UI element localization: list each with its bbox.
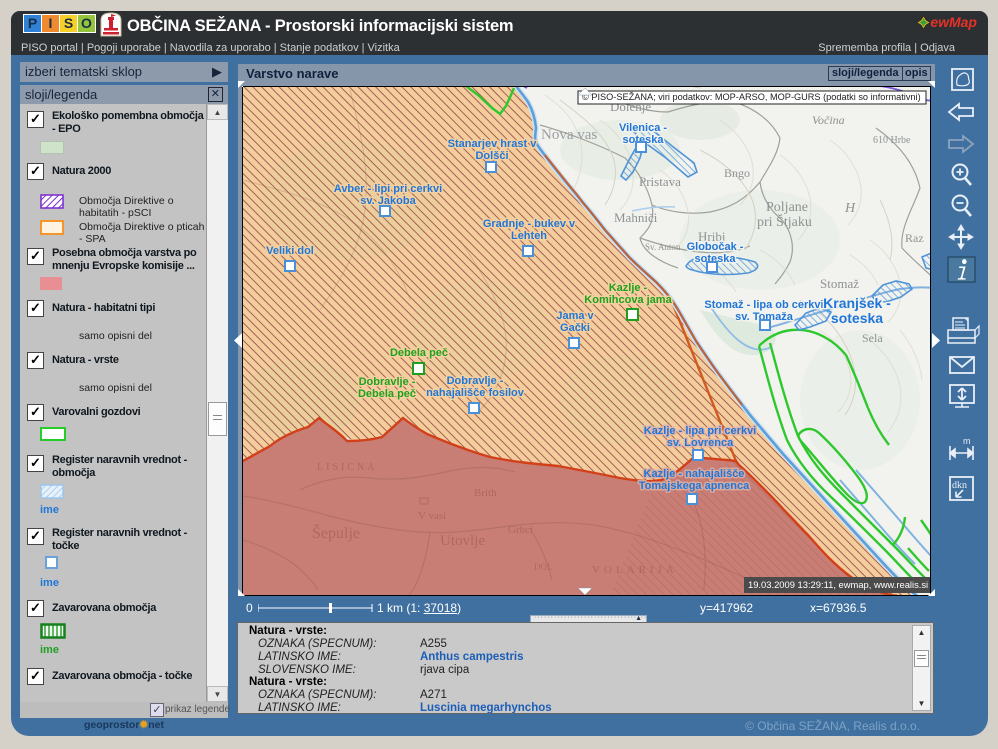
svg-text:nahajališče fosilov: nahajališče fosilov <box>426 387 525 399</box>
svg-text:Sv. Anton: Sv. Anton <box>645 242 681 252</box>
svg-text:Nova vas: Nova vas <box>541 127 597 143</box>
svg-text:Stanarjev hrast v: Stanarjev hrast v <box>448 138 538 150</box>
svg-text:Lehteh: Lehteh <box>511 230 547 242</box>
svg-text:Dolšči: Dolšči <box>475 150 508 162</box>
svg-text:Mahniči: Mahniči <box>614 210 658 225</box>
svg-text:Stomaž: Stomaž <box>820 276 859 291</box>
svg-text:Tomajskega apnenca: Tomajskega apnenca <box>639 480 750 492</box>
svg-text:Gački: Gački <box>560 322 590 334</box>
svg-text:Grbci: Grbci <box>508 524 533 536</box>
svg-text:Sela: Sela <box>862 331 883 345</box>
svg-text:Kazlje -: Kazlje - <box>609 282 648 294</box>
svg-text:Dobravlje -: Dobravlje - <box>447 375 504 387</box>
svg-text:sv. Lovrenca: sv. Lovrenca <box>667 437 734 449</box>
svg-text:Debela peč: Debela peč <box>390 347 448 359</box>
svg-text:Utovlje: Utovlje <box>440 533 485 549</box>
svg-text:H: H <box>844 201 856 216</box>
svg-text:Poljane: Poljane <box>766 200 808 215</box>
svg-text:Vočina: Vočina <box>812 113 845 127</box>
svg-text:Vilenica -: Vilenica - <box>619 122 667 134</box>
svg-text:LISICNA: LISICNA <box>317 462 377 473</box>
svg-text:Avber - lipi pri cerkvi: Avber - lipi pri cerkvi <box>334 183 442 195</box>
svg-text:Raz: Raz <box>905 231 924 245</box>
svg-text:Globočak -: Globočak - <box>687 241 744 253</box>
svg-text:Kazlje - nahajališče: Kazlje - nahajališče <box>644 468 745 480</box>
svg-text:soteska: soteska <box>831 310 883 326</box>
svg-text:610 Hrbe: 610 Hrbe <box>873 135 911 146</box>
svg-text:Pristava: Pristava <box>639 174 681 189</box>
svg-text:Kazlje - lipa pri cerkvi: Kazlje - lipa pri cerkvi <box>644 425 757 437</box>
svg-text:Šepulje: Šepulje <box>312 523 360 542</box>
svg-text:Veliki dol: Veliki dol <box>266 245 314 257</box>
svg-text:Komihcova jama: Komihcova jama <box>584 294 672 306</box>
svg-text:Debela peč: Debela peč <box>358 388 416 400</box>
svg-text:Kranjšek -: Kranjšek - <box>823 295 891 311</box>
svg-text:Jama v: Jama v <box>556 310 594 322</box>
svg-text:DOL: DOL <box>534 562 553 572</box>
svg-text:m: m <box>963 436 971 446</box>
svg-text:Gradnje - bukev v: Gradnje - bukev v <box>483 218 576 230</box>
svg-text:V vasi: V vasi <box>418 510 446 522</box>
svg-text:pri Štjaku: pri Štjaku <box>757 213 812 230</box>
svg-text:Bngo: Bngo <box>724 166 750 180</box>
svg-text:Brith: Brith <box>474 487 497 499</box>
svg-text:19.03.2009 13:29:11, ewmap, ww: 19.03.2009 13:29:11, ewmap, www.realis.s… <box>748 579 928 590</box>
svg-text:© PISO-SEŽANA; viri podatkov:: © PISO-SEŽANA; viri podatkov: MOP-ARSO, … <box>582 92 921 102</box>
svg-text:dkn: dkn <box>952 480 967 491</box>
svg-text:Dobravlje -: Dobravlje - <box>359 376 416 388</box>
svg-text:Stomaž - lipa ob cerkvi: Stomaž - lipa ob cerkvi <box>704 299 823 311</box>
